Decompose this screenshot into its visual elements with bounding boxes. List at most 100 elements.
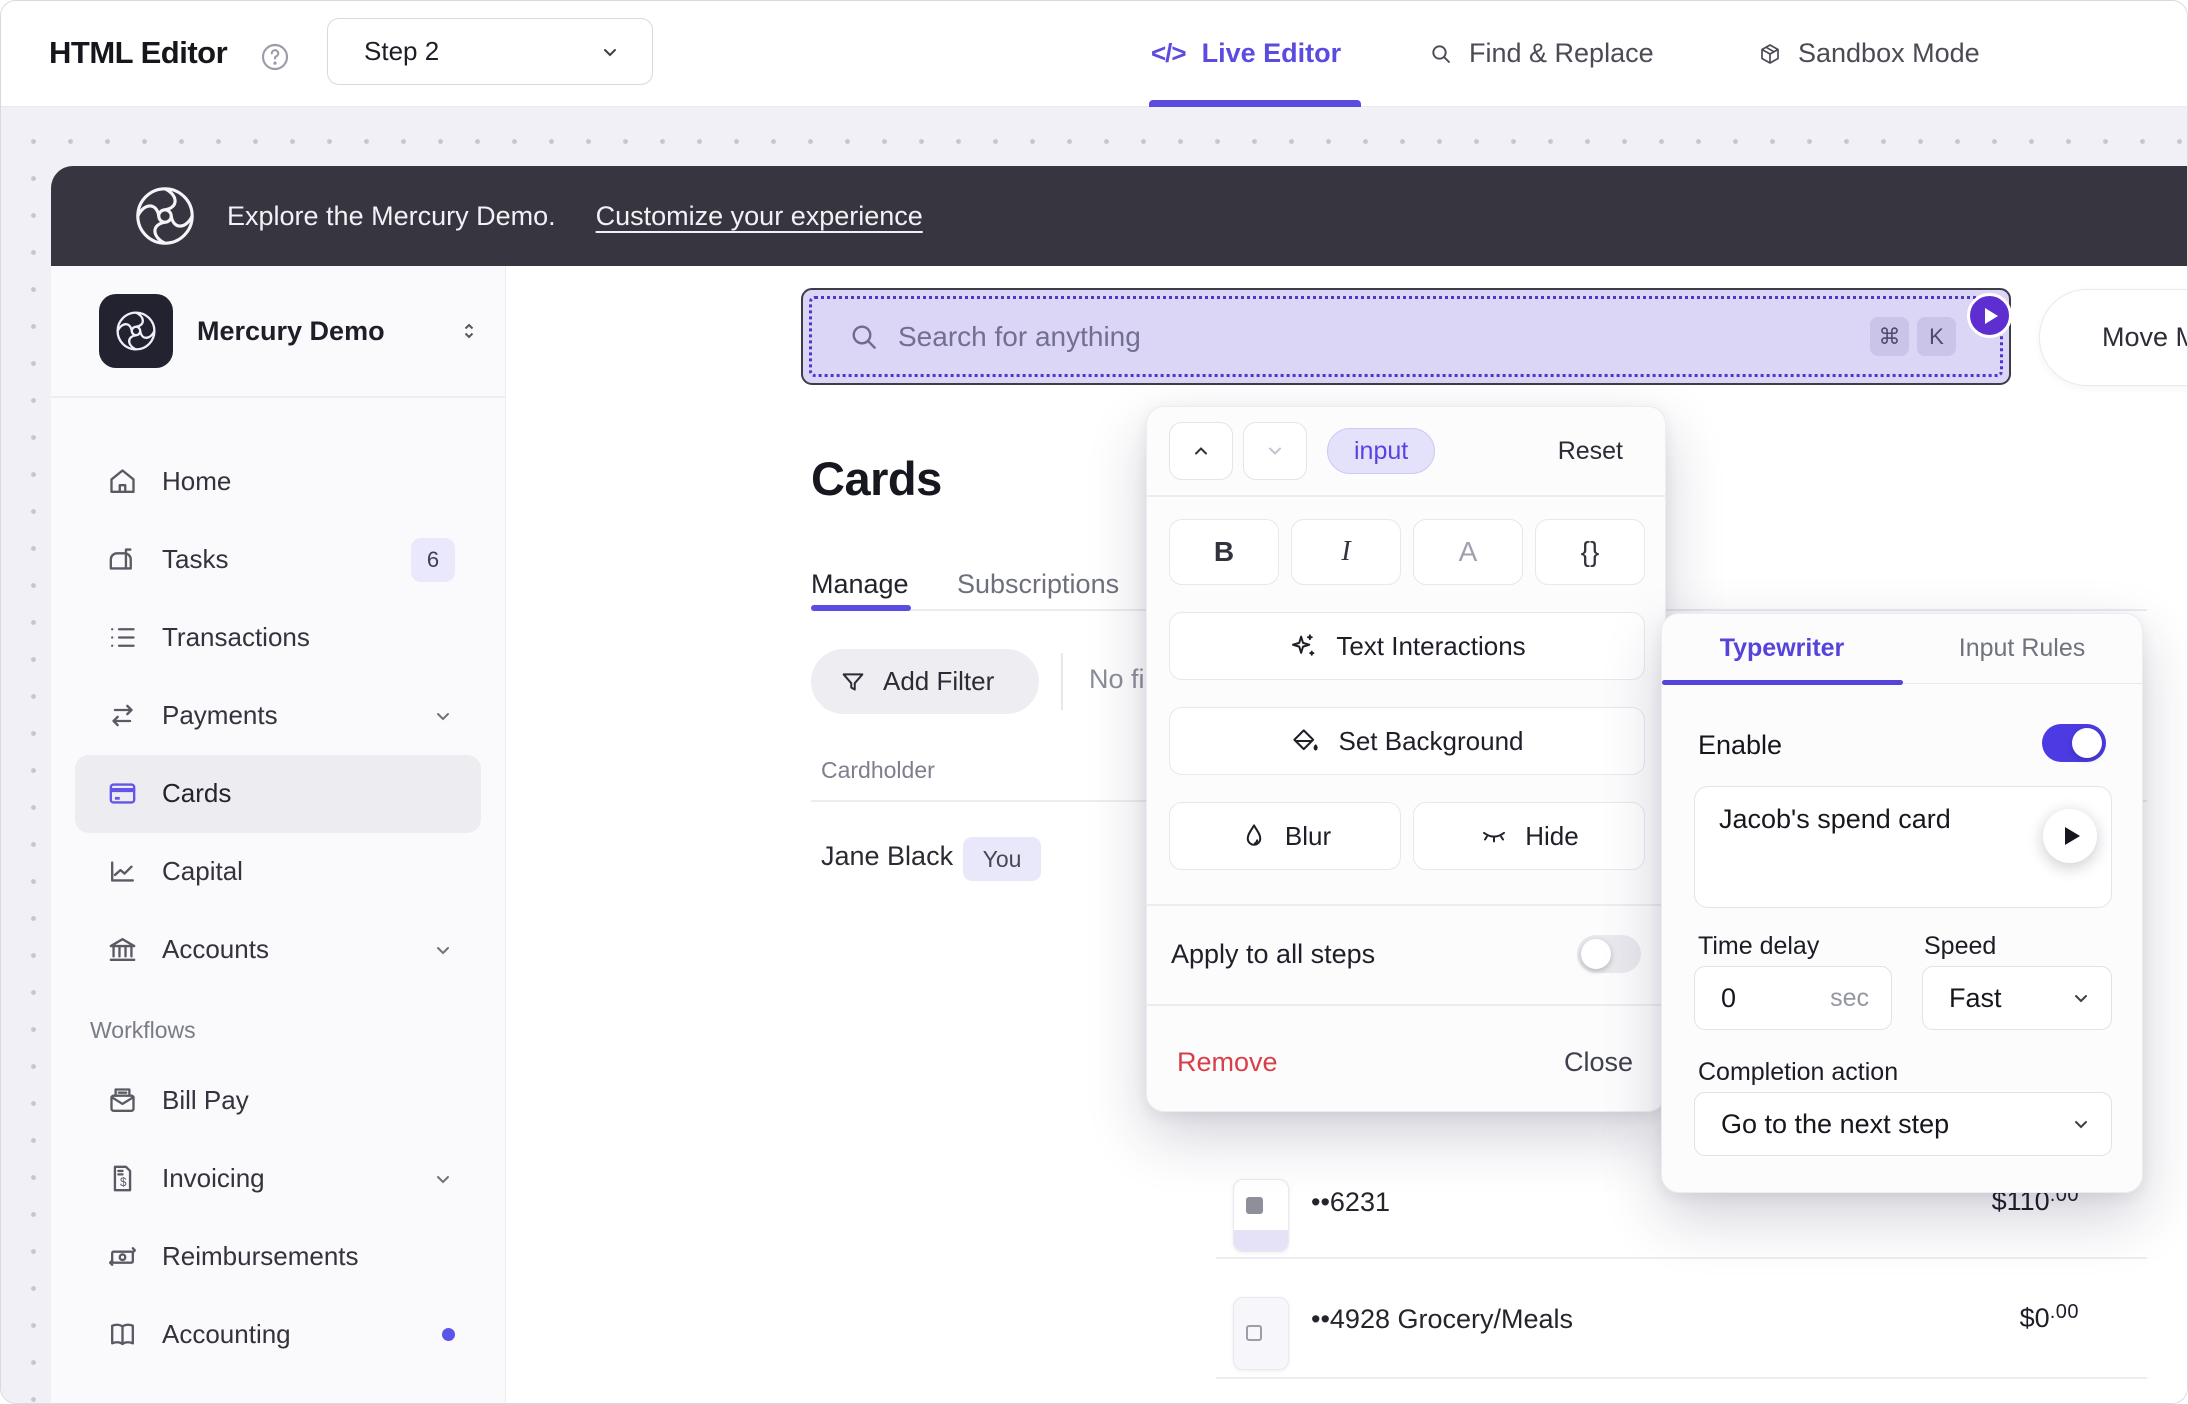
sidebar-item-accounts[interactable]: Accounts [75, 911, 481, 989]
bold-button[interactable]: B [1169, 519, 1279, 585]
chevron-down-icon [1263, 439, 1287, 463]
enable-toggle[interactable] [2042, 724, 2106, 762]
demo-banner: Explore the Mercury Demo. Customize your… [51, 166, 2187, 266]
blur-button[interactable]: Blur [1169, 802, 1401, 870]
speed-select[interactable]: Fast [1922, 966, 2112, 1030]
chevron-down-icon [431, 704, 455, 728]
chevron-down-icon [598, 40, 622, 64]
step-selector[interactable]: Step 2 [327, 18, 653, 85]
sidebar-item-invoicing[interactable]: $ Invoicing [75, 1140, 481, 1218]
card-artwork-thumbnail [1233, 1297, 1289, 1370]
card-row-amount: $0.00 [1879, 1301, 2079, 1334]
tab-sandbox-mode[interactable]: Sandbox Mode [1758, 1, 1980, 106]
add-filter-button[interactable]: Add Filter [811, 649, 1039, 714]
apply-all-steps-toggle[interactable] [1577, 935, 1641, 973]
tab-live-editor[interactable]: </> Live Editor [1151, 1, 1341, 106]
remove-button[interactable]: Remove [1177, 1047, 1278, 1078]
code-braces-button[interactable]: {} [1535, 519, 1645, 585]
accounts-icon [106, 933, 139, 966]
panel-divider [1147, 1004, 1665, 1006]
selection-play-button[interactable] [1967, 293, 2012, 338]
apply-all-steps-label: Apply to all steps [1171, 939, 1375, 970]
preview-play-button[interactable] [2043, 809, 2097, 863]
org-switch-icon [457, 319, 481, 343]
tab-manage[interactable]: Manage [811, 569, 909, 600]
card-row-name[interactable]: ••6231 [1311, 1187, 1390, 1218]
text-color-button[interactable]: A [1413, 519, 1523, 585]
card-row-name[interactable]: ••4928 Grocery/Meals [1311, 1304, 1573, 1335]
reset-button[interactable]: Reset [1558, 437, 1623, 466]
chevron-down-icon [2069, 986, 2093, 1010]
card-stripe [1234, 1230, 1288, 1251]
filter-status-text: No fi [1089, 664, 1145, 695]
bill-pay-icon [106, 1084, 139, 1117]
tasks-count-badge: 6 [411, 538, 455, 582]
search-placeholder: Search for anything [898, 321, 1141, 353]
set-background-button[interactable]: Set Background [1169, 707, 1645, 775]
tab-input-rules[interactable]: Input Rules [1902, 614, 2142, 683]
mercury-logo-icon [131, 182, 199, 250]
capital-icon [106, 855, 139, 888]
time-delay-label: Time delay [1698, 932, 1819, 961]
completion-action-select[interactable]: Go to the next step [1694, 1092, 2112, 1156]
typewriter-panel: Typewriter Input Rules Enable Jacob's sp… [1661, 613, 2143, 1193]
payments-icon [106, 699, 139, 732]
banner-message: Explore the Mercury Demo. [227, 201, 556, 232]
play-icon [2065, 827, 2080, 845]
hide-button[interactable]: Hide [1413, 802, 1645, 870]
close-button[interactable]: Close [1564, 1047, 1633, 1078]
time-delay-unit: sec [1830, 984, 1869, 1013]
sidebar-item-transactions[interactable]: Transactions [75, 599, 481, 677]
sidebar-item-home[interactable]: Home [75, 443, 481, 521]
row-divider [1216, 1377, 2147, 1379]
card-chip [1246, 1325, 1262, 1341]
selected-tag-badge: input [1327, 428, 1435, 474]
search-icon [1429, 42, 1453, 66]
sidebar-item-payments[interactable]: Payments [75, 677, 481, 755]
sandbox-cube-icon [1758, 42, 1782, 66]
card-artwork-thumbnail [1233, 1179, 1289, 1252]
sidebar-item-bill-pay[interactable]: Bill Pay [75, 1062, 481, 1140]
cards-icon [106, 777, 139, 810]
reimbursements-icon [106, 1240, 139, 1273]
cardholder-name[interactable]: Jane Black [821, 841, 953, 872]
active-tab-underline [811, 605, 911, 611]
workflows-section-label: Workflows [90, 1017, 481, 1044]
sidebar-item-capital[interactable]: Capital [75, 833, 481, 911]
tab-subscriptions[interactable]: Subscriptions [957, 569, 1119, 600]
sidebar-item-cards[interactable]: Cards [75, 755, 481, 833]
select-parent-button[interactable] [1169, 422, 1233, 480]
text-interactions-button[interactable]: Text Interactions [1169, 612, 1645, 680]
filter-divider [1061, 653, 1063, 710]
sidebar-item-tasks[interactable]: Tasks 6 [75, 521, 481, 599]
sidebar-item-reimbursements[interactable]: Reimbursements [75, 1218, 481, 1296]
row-divider [1216, 1257, 2147, 1259]
chevron-down-icon [431, 1167, 455, 1191]
org-switcher[interactable]: Mercury Demo [51, 266, 505, 396]
panel-header: input Reset [1147, 407, 1665, 495]
tab-find-replace[interactable]: Find & Replace [1429, 1, 1654, 106]
move-money-button[interactable]: Move M [2039, 289, 2188, 386]
shortcut-keys: ⌘ K [1870, 317, 1956, 356]
filter-funnel-icon [839, 668, 867, 696]
chevron-down-icon [431, 938, 455, 962]
enable-label: Enable [1698, 730, 1782, 761]
select-child-button[interactable] [1243, 422, 1307, 480]
sidebar-item-accounting[interactable]: Accounting [75, 1296, 481, 1374]
accounting-icon [106, 1318, 139, 1351]
italic-button[interactable]: I [1291, 519, 1401, 585]
k-key: K [1917, 317, 1956, 356]
home-icon [106, 465, 139, 498]
sparkles-icon [1288, 631, 1318, 661]
code-icon: </> [1151, 38, 1186, 69]
search-bar-selection[interactable]: Search for anything ⌘ K [801, 288, 2011, 385]
svg-text:$: $ [120, 1176, 127, 1189]
help-icon[interactable] [259, 41, 291, 73]
play-icon [1985, 308, 1998, 324]
active-editor-tab-underline [1149, 100, 1361, 107]
customize-experience-link[interactable]: Customize your experience [596, 201, 923, 232]
typewriter-text-input[interactable]: Jacob's spend card [1694, 786, 2112, 908]
chevron-up-icon [1189, 439, 1213, 463]
tab-typewriter[interactable]: Typewriter [1662, 614, 1902, 683]
time-delay-input[interactable]: 0 sec [1694, 966, 1892, 1030]
